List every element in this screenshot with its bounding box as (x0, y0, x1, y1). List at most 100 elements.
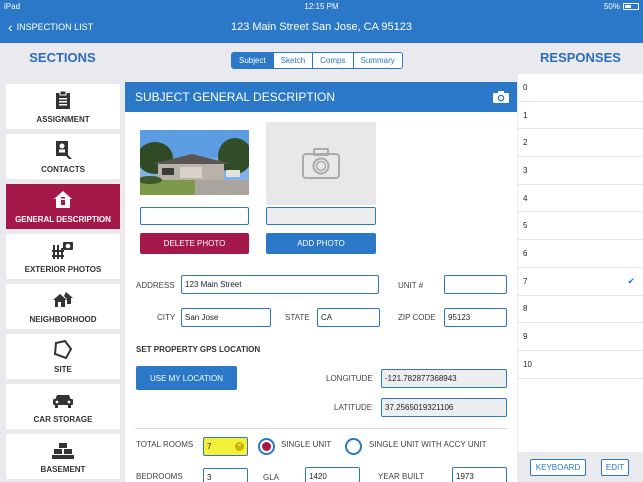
longitude-field[interactable]: -121.782877368943 (381, 369, 507, 388)
response-item[interactable]: 4 (518, 185, 643, 213)
tab-bar: Subject Sketch Comps Summary (231, 52, 403, 69)
state-label: STATE (285, 313, 310, 322)
main-panel: SUBJECT GENERAL DESCRIPTION DELETE PHOTO… (125, 82, 517, 482)
response-label: 5 (523, 221, 528, 231)
tab-sketch[interactable]: Sketch (272, 53, 313, 68)
sections-header: SECTIONS (29, 50, 96, 65)
sidebar-item-contacts[interactable]: CONTACTS (6, 134, 120, 179)
panel-title: SUBJECT GENERAL DESCRIPTION (135, 90, 336, 104)
single-unit-label: SINGLE UNIT (281, 440, 332, 449)
sidebar-item-label: EXTERIOR PHOTOS (24, 265, 102, 274)
year-built-field[interactable]: 1973 (452, 467, 507, 482)
clear-icon[interactable]: × (235, 442, 244, 451)
response-label: 8 (523, 304, 528, 314)
sidebar-item-label: CAR STORAGE (33, 415, 93, 424)
zip-field[interactable]: 95123 (444, 308, 507, 327)
response-item[interactable]: 6 (518, 240, 643, 268)
photo-caption-field[interactable] (140, 207, 249, 225)
response-label: 9 (523, 332, 528, 342)
single-unit-accy-radio[interactable] (345, 438, 362, 455)
response-item-selected[interactable]: 7 ✔ (518, 268, 643, 296)
response-item[interactable]: 9 (518, 323, 643, 351)
sidebar-item-label: CONTACTS (41, 165, 85, 174)
edit-button[interactable]: EDIT (601, 459, 629, 476)
camera-placeholder-icon (302, 147, 340, 179)
response-label: 0 (523, 82, 528, 92)
total-rooms-value: 7 (207, 442, 212, 451)
add-photo-placeholder[interactable] (266, 122, 376, 205)
latitude-label: LATITUDE (334, 403, 373, 412)
sidebar-item-basement[interactable]: BASEMENT (6, 434, 120, 479)
sidebar-item-label: GENERAL DESCRIPTION (15, 215, 111, 224)
nav-title: 123 Main Street San Jose, CA 95123 (230, 21, 412, 33)
response-item[interactable]: 3 (518, 157, 643, 185)
house-info-icon (52, 190, 74, 210)
response-label: 7 (523, 276, 528, 286)
responses-footer: KEYBOARD EDIT (518, 452, 643, 482)
status-right: 50% (604, 2, 639, 11)
battery-icon (623, 3, 639, 10)
response-label: 4 (523, 193, 528, 203)
divider (135, 428, 507, 429)
sidebar-item-label: NEIGHBORHOOD (29, 315, 97, 324)
house-photo[interactable] (140, 130, 249, 195)
status-bar: iPad 12:15 PM 50% (0, 0, 643, 13)
tab-subject[interactable]: Subject (232, 53, 273, 68)
city-field[interactable]: San Jose (181, 308, 271, 327)
response-label: 2 (523, 138, 528, 148)
state-field[interactable]: CA (317, 308, 380, 327)
gps-section-title: SET PROPERTY GPS LOCATION (136, 345, 261, 354)
sidebar-item-exterior-photos[interactable]: EXTERIOR PHOTOS (6, 234, 120, 279)
sidebar-item-label: SITE (54, 365, 72, 374)
response-item[interactable]: 8 (518, 296, 643, 324)
camera-icon[interactable] (493, 90, 509, 108)
use-my-location-button[interactable]: USE MY LOCATION (136, 366, 237, 390)
add-photo-button[interactable]: ADD PHOTO (266, 233, 376, 254)
photo-caption-field-2[interactable] (266, 207, 376, 225)
status-time: 12:15 PM (304, 2, 339, 11)
response-item[interactable]: 5 (518, 212, 643, 241)
site-icon (52, 340, 74, 360)
tab-summary[interactable]: Summary (352, 53, 402, 68)
delete-photo-button[interactable]: DELETE PHOTO (140, 233, 249, 254)
response-label: 1 (523, 110, 528, 120)
response-item[interactable]: 2 (518, 129, 643, 158)
responses-list: 0 1 2 3 4 5 6 7 ✔ 8 9 10 (518, 74, 643, 452)
clipboard-icon (52, 90, 74, 110)
sidebar-item-label: ASSIGNMENT (36, 115, 90, 124)
nav-bar: ‹ INSPECTION LIST 123 Main Street San Jo… (0, 13, 643, 43)
camera-fence-icon (52, 240, 74, 260)
bedrooms-label: BEDROOMS (136, 472, 183, 481)
tab-comps[interactable]: Comps (312, 53, 353, 68)
sidebar-item-site[interactable]: SITE (6, 334, 120, 379)
battery-percent: 50% (603, 2, 620, 11)
response-label: 10 (523, 359, 532, 369)
response-item[interactable]: 1 (518, 102, 643, 130)
address-label: ADDRESS (136, 281, 175, 290)
checkmark-icon: ✔ (627, 275, 635, 286)
keyboard-button[interactable]: KEYBOARD (530, 459, 586, 476)
sidebar-item-car-storage[interactable]: CAR STORAGE (6, 384, 120, 429)
response-item[interactable]: 10 (518, 351, 643, 379)
latitude-field[interactable]: 37.2565019321106 (381, 398, 507, 417)
contacts-icon (52, 140, 74, 160)
gla-field[interactable]: 1420 (305, 467, 360, 482)
responses-header: RESPONSES (540, 50, 621, 65)
sidebar-item-general-description[interactable]: GENERAL DESCRIPTION (6, 184, 120, 229)
sidebar-item-assignment[interactable]: ASSIGNMENT (6, 84, 120, 129)
bedrooms-field[interactable]: 3 (203, 468, 248, 482)
gla-label: GLA (263, 473, 280, 482)
unit-field[interactable] (444, 275, 507, 294)
total-rooms-label: TOTAL ROOMS (136, 440, 194, 449)
single-unit-radio[interactable] (258, 438, 275, 455)
neighborhood-icon (52, 290, 74, 310)
sidebar-item-neighborhood[interactable]: NEIGHBORHOOD (6, 284, 120, 329)
response-label: 3 (523, 165, 528, 175)
response-item[interactable]: 0 (518, 74, 643, 102)
panel-header: SUBJECT GENERAL DESCRIPTION (125, 82, 517, 112)
zip-label: ZIP CODE (398, 313, 436, 322)
total-rooms-field[interactable]: 7 × (203, 437, 248, 456)
address-field[interactable]: 123 Main Street (181, 275, 379, 294)
sections-sidebar: ASSIGNMENT CONTACTS GENERAL DESCRIPTION … (6, 84, 120, 482)
single-unit-accy-label: SINGLE UNIT WITH ACCY UNIT (369, 440, 487, 449)
